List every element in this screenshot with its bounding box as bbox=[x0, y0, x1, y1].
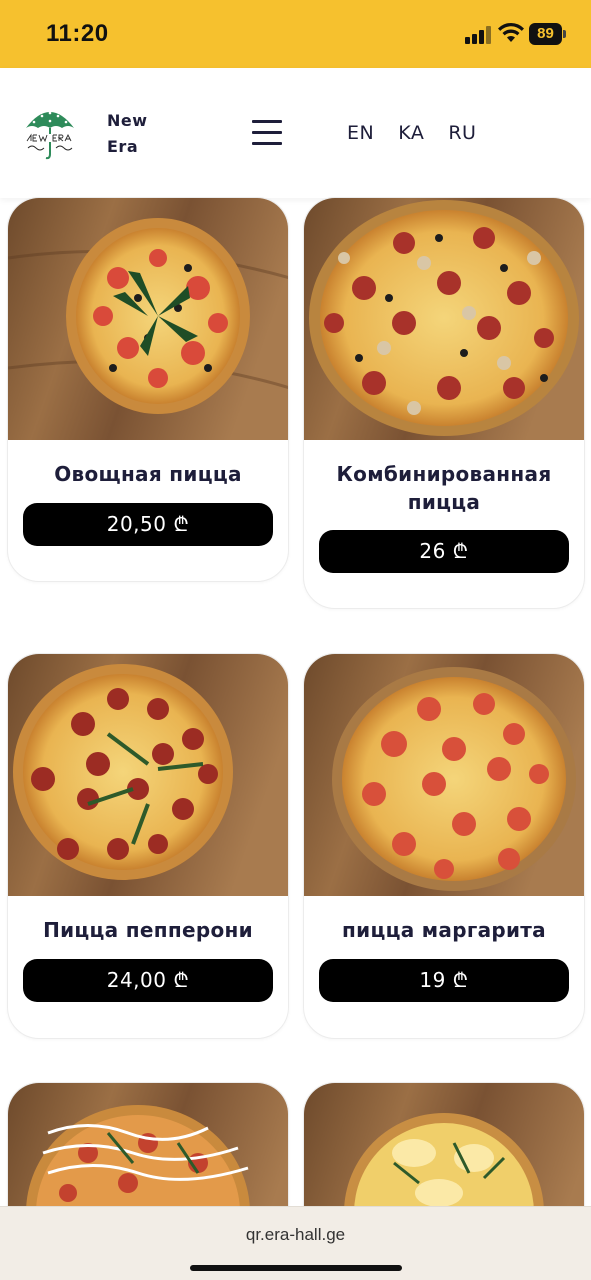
price-button[interactable]: 19 ₾ bbox=[319, 959, 569, 1002]
vegetable-pizza-photo bbox=[8, 198, 288, 440]
combined-pizza-photo bbox=[304, 198, 584, 440]
price-button[interactable]: 20,50 ₾ bbox=[23, 503, 273, 546]
browser-address-bar[interactable]: qr.era-hall.ge bbox=[0, 1206, 591, 1280]
battery-icon: 89 bbox=[529, 23, 567, 45]
home-indicator[interactable] bbox=[190, 1265, 402, 1271]
url-text[interactable]: qr.era-hall.ge bbox=[0, 1225, 591, 1245]
product-name: Овощная пицца bbox=[54, 462, 242, 486]
brand-line-1: New bbox=[107, 111, 148, 130]
wifi-icon bbox=[498, 22, 524, 42]
umbrella-logo-icon[interactable] bbox=[22, 104, 78, 162]
status-bar: 11:20 89 bbox=[0, 0, 591, 68]
lang-en[interactable]: EN bbox=[347, 122, 374, 144]
margherita-pizza-photo bbox=[304, 654, 584, 896]
product-card[interactable]: Пицца пепперони 24,00 ₾ bbox=[7, 653, 289, 1039]
product-card[interactable]: пицца маргарита 19 ₾ bbox=[303, 653, 585, 1039]
product-name: Пицца пепперони bbox=[43, 918, 253, 942]
status-time: 11:20 bbox=[46, 20, 109, 47]
product-name: пицца маргарита bbox=[342, 918, 546, 942]
hamburger-menu-icon[interactable] bbox=[252, 120, 284, 146]
site-header: New Era EN KA RU bbox=[0, 68, 591, 198]
battery-level: 89 bbox=[529, 23, 562, 45]
product-card[interactable]: Комбинированная пицца 26 ₾ bbox=[303, 197, 585, 609]
brand-line-2: Era bbox=[107, 137, 139, 156]
product-card[interactable]: Овощная пицца 20,50 ₾ bbox=[7, 197, 289, 582]
cellular-signal-icon bbox=[465, 26, 493, 44]
language-switcher: EN KA RU bbox=[347, 122, 476, 144]
lang-ka[interactable]: KA bbox=[398, 122, 424, 144]
lang-ru[interactable]: RU bbox=[448, 122, 476, 144]
pepperoni-pizza-photo bbox=[8, 654, 288, 896]
price-button[interactable]: 24,00 ₾ bbox=[23, 959, 273, 1002]
product-name: Комбинированная пицца bbox=[336, 462, 552, 514]
brand-name: New Era bbox=[107, 108, 148, 160]
price-button[interactable]: 26 ₾ bbox=[319, 530, 569, 573]
